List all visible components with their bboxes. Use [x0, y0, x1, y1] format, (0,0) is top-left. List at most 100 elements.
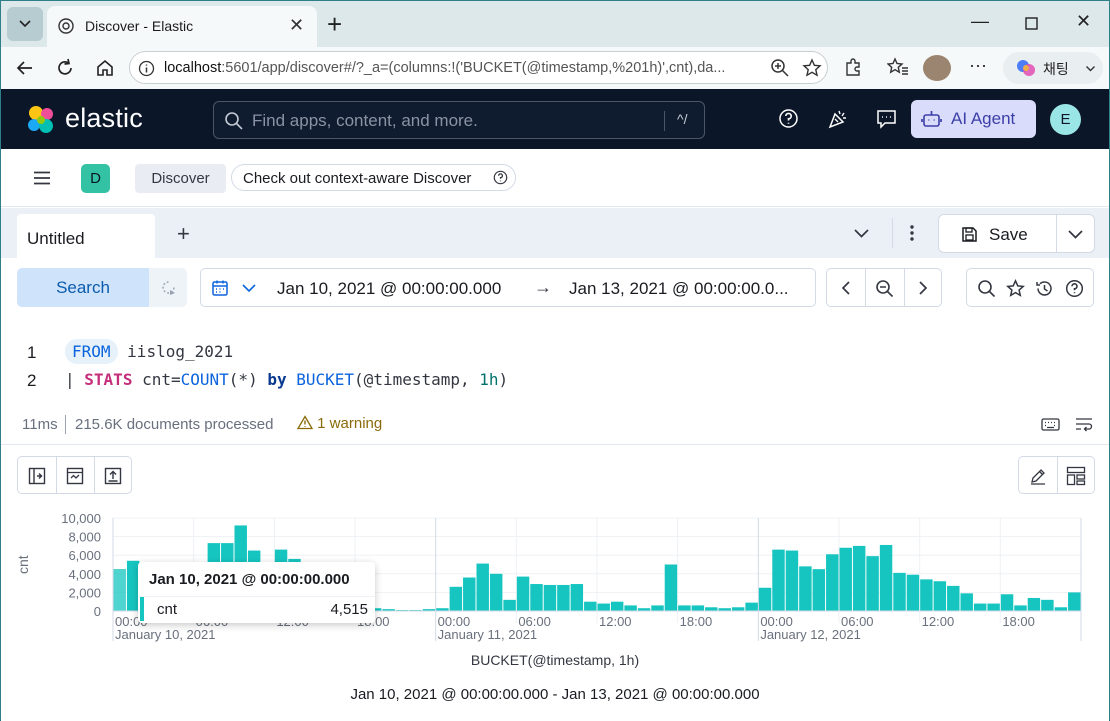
date-end[interactable]: Jan 13, 2021 @ 00:00:00.0... [569, 279, 804, 299]
help-icon[interactable] [1065, 279, 1084, 298]
elastic-header: elastic Find apps, content, and more. ^/… [1, 89, 1109, 149]
chevron-right-icon[interactable] [917, 280, 929, 296]
elastic-brand-text[interactable]: elastic [65, 103, 143, 134]
histogram-bar [530, 584, 543, 611]
x-day-label: January 10, 2021 [115, 627, 215, 642]
histogram-bar [463, 577, 476, 611]
breadcrumb-discover[interactable]: Discover [135, 164, 226, 193]
histogram-bar [947, 585, 960, 611]
inspect-search-icon[interactable] [977, 279, 996, 298]
query-status-bar: 11ms 215.6K documents processed 1 warnin… [1, 405, 1109, 445]
save-button[interactable]: Save [989, 225, 1028, 245]
keyword-stats: STATS [84, 370, 133, 389]
esql-editor[interactable]: 1 FROM iislog_2021 2 | STATS cnt=COUNT(*… [1, 320, 1109, 405]
histogram-bar [651, 605, 664, 611]
more-options-icon[interactable]: ··· [969, 55, 987, 76]
histogram-bar [503, 599, 516, 611]
tab-untitled[interactable]: Untitled [17, 214, 155, 258]
star-icon[interactable] [1006, 279, 1025, 298]
chevron-down-icon[interactable] [853, 226, 870, 240]
space-badge[interactable]: D [81, 164, 110, 193]
news-celebration-icon[interactable] [827, 108, 849, 130]
site-info-icon[interactable] [138, 60, 155, 77]
histogram-bar [799, 566, 812, 611]
date-start[interactable]: Jan 10, 2021 @ 00:00:00.000 [277, 279, 501, 299]
context-aware-discover-link[interactable]: Check out context-aware Discover [231, 164, 516, 191]
ai-agent-button[interactable]: AI Agent [911, 100, 1036, 138]
documents-processed: 215.6K documents processed [75, 416, 274, 433]
add-tab-button[interactable]: + [177, 221, 190, 247]
refresh-icon[interactable] [53, 56, 77, 80]
warnings-button[interactable]: 1 warning [296, 415, 382, 432]
back-icon[interactable] [13, 56, 37, 80]
histogram-bar [624, 605, 637, 611]
feedback-chat-icon[interactable] [876, 108, 897, 129]
browser-tab-discover[interactable]: Discover - Elastic ✕ [47, 6, 317, 47]
calendar-icon[interactable] [211, 279, 229, 297]
histogram-panel: 02,0004,0006,0008,00010,00000:0006:0012:… [1, 446, 1109, 721]
url-field[interactable]: localhost:5601/app/discover#/?_a=(column… [129, 51, 828, 84]
zoom-icon[interactable] [770, 58, 790, 78]
index-name: iislog_2021 [127, 342, 234, 361]
minimize-icon[interactable]: — [971, 11, 989, 32]
robot-icon [921, 111, 942, 127]
chevron-left-icon[interactable] [840, 280, 852, 296]
x-day-label: January 11, 2021 [438, 627, 537, 642]
favorites-icon[interactable] [887, 57, 909, 77]
histogram-bar [516, 576, 530, 611]
more-vertical-icon[interactable] [908, 224, 916, 242]
text-wrap-icon[interactable] [1075, 417, 1093, 433]
histogram-bar [772, 549, 785, 611]
bucket-arg: (@timestamp, [354, 370, 480, 389]
help-icon[interactable] [778, 108, 799, 129]
favorite-star-icon[interactable] [802, 58, 822, 78]
copilot-chat-button[interactable]: 채팅 [1003, 52, 1103, 84]
tooltip-title: Jan 10, 2021 @ 00:00:00.000 [149, 571, 350, 588]
history-icon[interactable] [1035, 279, 1054, 298]
chevron-down-icon[interactable] [241, 282, 257, 294]
code-line-1[interactable]: FROM iislog_2021 [65, 339, 234, 364]
profile-avatar[interactable] [923, 55, 951, 81]
home-icon[interactable] [93, 56, 117, 80]
code-line-2[interactable]: | STATS cnt=COUNT(*) by BUCKET(@timestam… [65, 370, 508, 389]
user-avatar[interactable]: E [1050, 104, 1081, 135]
histogram-bar [812, 569, 826, 611]
count-arg: (*) [228, 370, 258, 389]
bucket-interval: 1h [479, 370, 499, 389]
close-tab-icon[interactable]: ✕ [289, 15, 304, 36]
histogram-bar [1041, 599, 1054, 611]
line-number: 1 [27, 343, 37, 362]
histogram-bar [839, 547, 852, 611]
x-tick-label: 12:00 [599, 614, 632, 629]
elastic-logo-icon[interactable] [25, 104, 57, 136]
tab-actions-menu-button[interactable] [7, 7, 43, 41]
maximize-icon[interactable] [1025, 17, 1038, 30]
address-bar-row: localhost:5601/app/discover#/?_a=(column… [1, 47, 1109, 89]
chevron-down-icon [1086, 66, 1095, 72]
date-picker[interactable]: Jan 10, 2021 @ 00:00:00.000 → Jan 13, 20… [200, 268, 816, 307]
extensions-icon[interactable] [843, 57, 863, 77]
auto-refresh-button[interactable] [149, 268, 187, 307]
histogram-bar [1027, 597, 1041, 611]
histogram-bar [960, 593, 973, 611]
chat-label: 채팅 [1043, 61, 1069, 77]
function-count: COUNT [180, 370, 229, 389]
new-tab-button[interactable]: + [327, 9, 342, 40]
divider [138, 596, 375, 597]
menu-icon[interactable] [33, 171, 51, 185]
save-options-chevron-icon[interactable] [1067, 227, 1084, 241]
histogram-bar [570, 584, 584, 611]
histogram-bar [489, 573, 503, 611]
query-tools-group [966, 268, 1094, 307]
search-icon [225, 112, 243, 130]
x-tick-label: 12:00 [922, 614, 955, 629]
chart-tooltip: Jan 10, 2021 @ 00:00:00.000 cnt 4,515 [138, 562, 375, 623]
x-tick-label: 18:00 [1002, 614, 1035, 629]
close-window-icon[interactable]: ✕ [1076, 11, 1091, 32]
global-search-input[interactable]: Find apps, content, and more. ^/ [213, 101, 705, 139]
refresh-icon [162, 281, 175, 295]
search-button[interactable]: Search [17, 268, 149, 307]
keyboard-icon[interactable] [1041, 417, 1060, 432]
zoom-out-icon[interactable] [875, 279, 894, 298]
query-duration: 11ms [22, 416, 58, 433]
